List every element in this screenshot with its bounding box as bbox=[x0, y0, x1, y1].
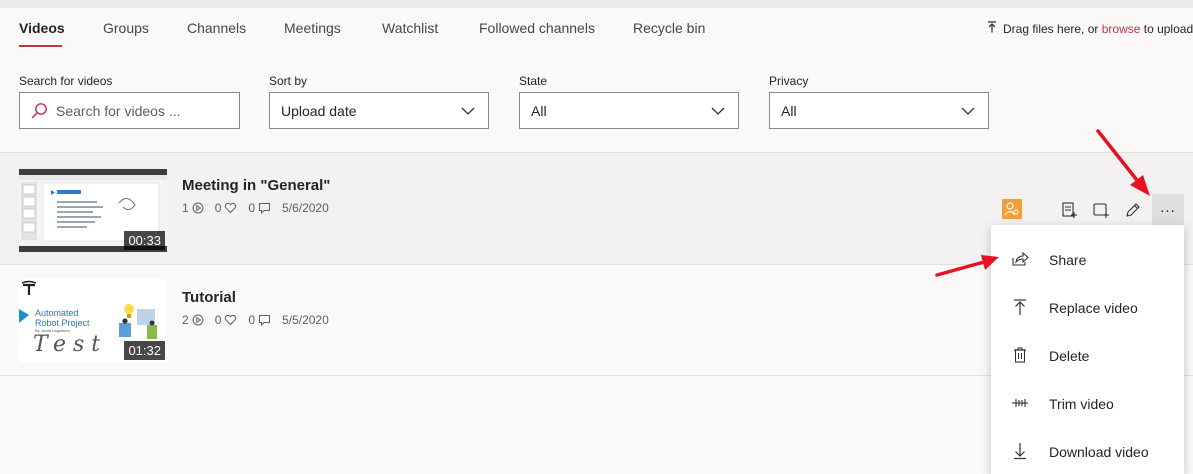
comment-icon bbox=[259, 203, 271, 214]
video-stats: 1 0 0 5/6/2020 bbox=[182, 201, 329, 215]
upload-hint: Drag files here, or browse to upload bbox=[987, 21, 1193, 36]
menu-item-label: Delete bbox=[1049, 348, 1090, 364]
video-stats: 2 0 0 5/5/2020 bbox=[182, 313, 329, 327]
view-count: 2 bbox=[182, 313, 189, 327]
sort-label: Sort by bbox=[269, 74, 308, 88]
add-to-watchlist-icon[interactable] bbox=[1092, 201, 1110, 219]
heart-icon bbox=[225, 314, 237, 326]
more-options-menu: Share Replace video Delete Trim video Do… bbox=[991, 225, 1184, 474]
menu-item-label: Replace video bbox=[1049, 300, 1138, 316]
menu-item-replace-video[interactable]: Replace video bbox=[991, 285, 1184, 329]
upload-icon bbox=[1014, 299, 1026, 315]
add-to-list-icon[interactable] bbox=[1060, 201, 1078, 219]
search-input[interactable] bbox=[56, 101, 236, 121]
thumb-handwriting: Test bbox=[33, 332, 108, 357]
menu-item-label: Trim video bbox=[1049, 396, 1114, 412]
play-icon bbox=[192, 202, 204, 214]
like-count: 0 bbox=[214, 201, 222, 215]
tab-recycle-bin[interactable]: Recycle bin bbox=[633, 20, 705, 36]
view-count: 1 bbox=[182, 201, 189, 215]
video-thumbnail[interactable]: 00:33 bbox=[19, 169, 167, 252]
menu-item-label: Share bbox=[1049, 252, 1087, 268]
menu-item-download-video[interactable]: Download video bbox=[991, 429, 1184, 473]
chevron-down-icon bbox=[961, 107, 975, 115]
trim-icon bbox=[1012, 399, 1028, 407]
trash-icon bbox=[1014, 347, 1026, 363]
upload-date: 5/6/2020 bbox=[282, 201, 329, 215]
comment-count: 0 bbox=[248, 313, 256, 327]
search-box[interactable] bbox=[19, 92, 240, 129]
tab-videos[interactable]: Videos bbox=[19, 20, 65, 36]
menu-item-trim-video[interactable]: Trim video bbox=[991, 381, 1184, 425]
sort-dropdown[interactable]: Upload date bbox=[269, 92, 489, 129]
upload-date: 5/5/2020 bbox=[282, 313, 329, 327]
tab-groups[interactable]: Groups bbox=[103, 20, 149, 36]
state-label: State bbox=[519, 74, 548, 88]
stream-app: Videos Groups Channels Meetings Watchlis… bbox=[0, 8, 1193, 474]
chevron-down-icon bbox=[711, 107, 725, 115]
search-icon bbox=[31, 103, 47, 119]
share-icon bbox=[1012, 251, 1029, 266]
tab-meetings[interactable]: Meetings bbox=[284, 20, 341, 36]
privacy-dropdown[interactable]: All bbox=[769, 92, 989, 129]
menu-item-share[interactable]: Share bbox=[991, 237, 1184, 281]
tab-bar: Videos Groups Channels Meetings Watchlis… bbox=[0, 8, 1193, 50]
chevron-down-icon bbox=[461, 107, 475, 115]
person-icon bbox=[1004, 202, 1019, 216]
menu-item-delete[interactable]: Delete bbox=[991, 333, 1184, 377]
comment-count: 0 bbox=[248, 201, 256, 215]
heart-icon bbox=[225, 202, 237, 214]
video-title[interactable]: Tutorial bbox=[182, 289, 236, 306]
thumb-text-line2: Robot Project bbox=[35, 318, 90, 328]
comment-icon bbox=[259, 315, 271, 326]
upload-suffix: to upload bbox=[1140, 22, 1193, 36]
active-tab-indicator bbox=[19, 45, 62, 47]
state-dropdown[interactable]: All bbox=[519, 92, 739, 129]
browse-link[interactable]: browse bbox=[1102, 22, 1141, 36]
tab-channels[interactable]: Channels bbox=[187, 20, 246, 36]
like-count: 0 bbox=[214, 313, 222, 327]
privacy-value: All bbox=[781, 103, 797, 119]
privacy-label: Privacy bbox=[769, 74, 809, 88]
video-duration: 01:32 bbox=[124, 341, 165, 360]
more-options-button[interactable]: ... bbox=[1152, 194, 1184, 226]
upload-arrow-icon bbox=[987, 21, 997, 36]
tab-followed-channels[interactable]: Followed channels bbox=[479, 20, 595, 36]
menu-item-label: Download video bbox=[1049, 444, 1149, 460]
owner-badge bbox=[1002, 199, 1022, 219]
thumb-text-line1: Automated bbox=[35, 308, 79, 318]
edit-icon[interactable] bbox=[1124, 201, 1142, 219]
sort-value: Upload date bbox=[281, 103, 357, 119]
play-icon bbox=[192, 314, 204, 326]
upload-prefix: Drag files here, or bbox=[1003, 22, 1102, 36]
state-value: All bbox=[531, 103, 547, 119]
video-thumbnail[interactable]: Automated Robot Project By: Anna Lagsbun… bbox=[19, 279, 167, 362]
search-label: Search for videos bbox=[19, 74, 113, 88]
tab-watchlist[interactable]: Watchlist bbox=[382, 20, 438, 36]
video-duration: 00:33 bbox=[124, 231, 165, 250]
download-icon bbox=[1014, 443, 1026, 460]
video-title[interactable]: Meeting in "General" bbox=[182, 177, 330, 194]
